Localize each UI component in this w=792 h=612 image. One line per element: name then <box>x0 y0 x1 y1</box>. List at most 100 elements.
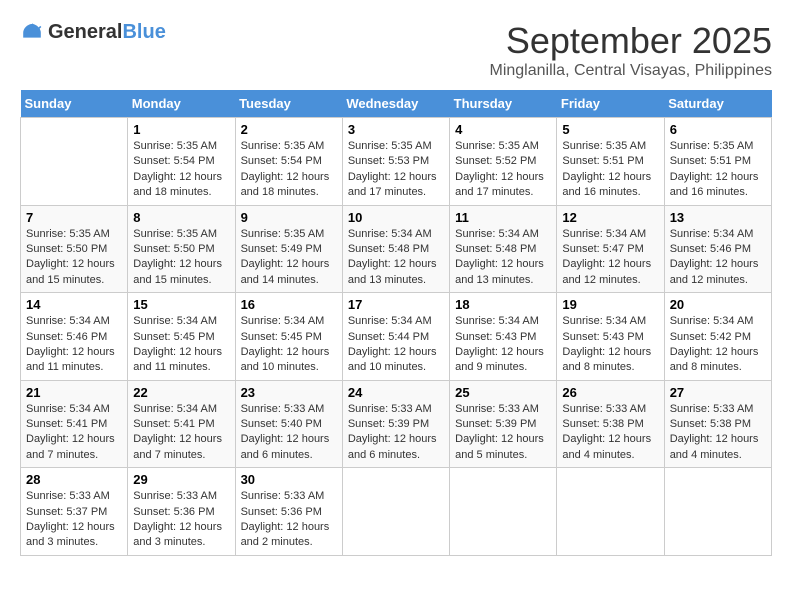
calendar-table: SundayMondayTuesdayWednesdayThursdayFrid… <box>20 90 772 556</box>
logo-icon <box>20 20 44 44</box>
calendar-cell: 19Sunrise: 5:34 AM Sunset: 5:43 PM Dayli… <box>557 293 664 381</box>
day-info: Sunrise: 5:34 AM Sunset: 5:48 PM Dayligh… <box>455 227 551 289</box>
day-number: 10 <box>348 210 444 225</box>
day-number: 9 <box>241 210 337 225</box>
day-info: Sunrise: 5:33 AM Sunset: 5:36 PM Dayligh… <box>241 489 337 551</box>
calendar-cell <box>342 468 449 556</box>
calendar-cell: 28 Sunrise: 5:33 AM Sunset: 5:37 PM Dayli… <box>21 468 128 556</box>
col-header-friday: Friday <box>557 90 664 118</box>
day-info: Sunrise: 5:33 AM Sunset: 5:37 PM Dayligh… <box>26 489 122 551</box>
day-info: Sunrise: 5:33 AM Sunset: 5:38 PM Dayligh… <box>562 402 658 464</box>
calendar-cell: 11 Sunrise: 5:34 AM Sunset: 5:48 PM Dayli… <box>450 205 557 293</box>
calendar-week-3: 14 Sunrise: 5:34 AM Sunset: 5:46 PM Dayli… <box>21 293 772 381</box>
day-number: 26 <box>562 385 658 400</box>
day-number: 22 <box>133 385 229 400</box>
calendar-cell: 17 Sunrise: 5:34 AM Sunset: 5:44 PM Dayli… <box>342 293 449 381</box>
calendar-week-1: 1 Sunrise: 5:35 AM Sunset: 5:54 PM Daylig… <box>21 118 772 206</box>
day-number: 13 <box>670 210 766 225</box>
calendar-cell: 2Sunrise: 5:35 AM Sunset: 5:54 PM Daylig… <box>235 118 342 206</box>
col-header-wednesday: Wednesday <box>342 90 449 118</box>
day-info: Sunrise: 5:35 AM Sunset: 5:54 PM Dayligh… <box>133 139 229 201</box>
day-info: Sunrise: 5:33 AM Sunset: 5:40 PM Dayligh… <box>241 402 337 464</box>
calendar-cell: 14 Sunrise: 5:34 AM Sunset: 5:46 PM Dayli… <box>21 293 128 381</box>
calendar-cell: 30 Sunrise: 5:33 AM Sunset: 5:36 PM Dayli… <box>235 468 342 556</box>
logo-text: GeneralBlue <box>48 21 166 44</box>
calendar-cell: 24Sunrise: 5:33 AM Sunset: 5:39 PM Dayli… <box>342 380 449 468</box>
day-info: Sunrise: 5:35 AM Sunset: 5:49 PM Dayligh… <box>241 227 337 289</box>
col-header-sunday: Sunday <box>21 90 128 118</box>
calendar-week-2: 7 Sunrise: 5:35 AM Sunset: 5:50 PM Daylig… <box>21 205 772 293</box>
calendar-cell: 8 Sunrise: 5:35 AM Sunset: 5:50 PM Daylig… <box>128 205 235 293</box>
title-block: September 2025 Minglanilla, Central Visa… <box>489 20 772 80</box>
calendar-cell: 29Sunrise: 5:33 AM Sunset: 5:36 PM Dayli… <box>128 468 235 556</box>
day-number: 8 <box>133 210 229 225</box>
day-info: Sunrise: 5:34 AM Sunset: 5:44 PM Dayligh… <box>348 314 444 376</box>
day-number: 25 <box>455 385 551 400</box>
calendar-cell: 6 Sunrise: 5:35 AM Sunset: 5:51 PM Daylig… <box>664 118 771 206</box>
day-info: Sunrise: 5:33 AM Sunset: 5:36 PM Dayligh… <box>133 489 229 551</box>
calendar-cell: 21 Sunrise: 5:34 AM Sunset: 5:41 PM Dayli… <box>21 380 128 468</box>
day-info: Sunrise: 5:35 AM Sunset: 5:52 PM Dayligh… <box>455 139 551 201</box>
day-info: Sunrise: 5:34 AM Sunset: 5:42 PM Dayligh… <box>670 314 766 376</box>
col-header-thursday: Thursday <box>450 90 557 118</box>
day-info: Sunrise: 5:35 AM Sunset: 5:53 PM Dayligh… <box>348 139 444 201</box>
calendar-cell: 1 Sunrise: 5:35 AM Sunset: 5:54 PM Daylig… <box>128 118 235 206</box>
day-info: Sunrise: 5:35 AM Sunset: 5:50 PM Dayligh… <box>26 227 122 289</box>
calendar-cell: 16 Sunrise: 5:34 AM Sunset: 5:45 PM Dayli… <box>235 293 342 381</box>
day-info: Sunrise: 5:34 AM Sunset: 5:43 PM Dayligh… <box>455 314 551 376</box>
day-info: Sunrise: 5:34 AM Sunset: 5:46 PM Dayligh… <box>26 314 122 376</box>
day-number: 18 <box>455 297 551 312</box>
calendar-cell: 4 Sunrise: 5:35 AM Sunset: 5:52 PM Daylig… <box>450 118 557 206</box>
day-number: 7 <box>26 210 122 225</box>
day-info: Sunrise: 5:34 AM Sunset: 5:45 PM Dayligh… <box>241 314 337 376</box>
calendar-cell: 26 Sunrise: 5:33 AM Sunset: 5:38 PM Dayli… <box>557 380 664 468</box>
day-info: Sunrise: 5:34 AM Sunset: 5:46 PM Dayligh… <box>670 227 766 289</box>
day-info: Sunrise: 5:34 AM Sunset: 5:47 PM Dayligh… <box>562 227 658 289</box>
day-number: 16 <box>241 297 337 312</box>
calendar-cell: 25 Sunrise: 5:33 AM Sunset: 5:39 PM Dayli… <box>450 380 557 468</box>
calendar-cell: 5Sunrise: 5:35 AM Sunset: 5:51 PM Daylig… <box>557 118 664 206</box>
calendar-cell: 18 Sunrise: 5:34 AM Sunset: 5:43 PM Dayli… <box>450 293 557 381</box>
calendar-cell: 23Sunrise: 5:33 AM Sunset: 5:40 PM Dayli… <box>235 380 342 468</box>
day-number: 30 <box>241 472 337 487</box>
day-number: 3 <box>348 122 444 137</box>
day-number: 21 <box>26 385 122 400</box>
calendar-week-4: 21 Sunrise: 5:34 AM Sunset: 5:41 PM Dayli… <box>21 380 772 468</box>
day-number: 19 <box>562 297 658 312</box>
calendar-cell <box>557 468 664 556</box>
day-number: 1 <box>133 122 229 137</box>
calendar-header-row: SundayMondayTuesdayWednesdayThursdayFrid… <box>21 90 772 118</box>
location-title: Minglanilla, Central Visayas, Philippine… <box>489 62 772 80</box>
day-info: Sunrise: 5:34 AM Sunset: 5:41 PM Dayligh… <box>133 402 229 464</box>
calendar-cell: 15Sunrise: 5:34 AM Sunset: 5:45 PM Dayli… <box>128 293 235 381</box>
day-number: 6 <box>670 122 766 137</box>
day-info: Sunrise: 5:35 AM Sunset: 5:50 PM Dayligh… <box>133 227 229 289</box>
calendar-cell: 9 Sunrise: 5:35 AM Sunset: 5:49 PM Daylig… <box>235 205 342 293</box>
calendar-cell: 27Sunrise: 5:33 AM Sunset: 5:38 PM Dayli… <box>664 380 771 468</box>
day-number: 2 <box>241 122 337 137</box>
day-number: 20 <box>670 297 766 312</box>
day-number: 17 <box>348 297 444 312</box>
day-info: Sunrise: 5:34 AM Sunset: 5:41 PM Dayligh… <box>26 402 122 464</box>
calendar-cell: 7 Sunrise: 5:35 AM Sunset: 5:50 PM Daylig… <box>21 205 128 293</box>
calendar-cell <box>21 118 128 206</box>
day-number: 11 <box>455 210 551 225</box>
calendar-cell: 13 Sunrise: 5:34 AM Sunset: 5:46 PM Dayli… <box>664 205 771 293</box>
day-number: 27 <box>670 385 766 400</box>
page-header: GeneralBlue September 2025 Minglanilla, … <box>20 20 772 80</box>
day-info: Sunrise: 5:33 AM Sunset: 5:39 PM Dayligh… <box>455 402 551 464</box>
day-number: 5 <box>562 122 658 137</box>
logo: GeneralBlue <box>20 20 166 44</box>
day-info: Sunrise: 5:33 AM Sunset: 5:39 PM Dayligh… <box>348 402 444 464</box>
calendar-cell: 12 Sunrise: 5:34 AM Sunset: 5:47 PM Dayli… <box>557 205 664 293</box>
day-info: Sunrise: 5:35 AM Sunset: 5:51 PM Dayligh… <box>670 139 766 201</box>
calendar-cell: 20 Sunrise: 5:34 AM Sunset: 5:42 PM Dayli… <box>664 293 771 381</box>
day-number: 28 <box>26 472 122 487</box>
calendar-cell: 22 Sunrise: 5:34 AM Sunset: 5:41 PM Dayli… <box>128 380 235 468</box>
day-number: 14 <box>26 297 122 312</box>
calendar-cell: 3 Sunrise: 5:35 AM Sunset: 5:53 PM Daylig… <box>342 118 449 206</box>
day-number: 4 <box>455 122 551 137</box>
month-title: September 2025 <box>489 20 772 62</box>
day-info: Sunrise: 5:34 AM Sunset: 5:48 PM Dayligh… <box>348 227 444 289</box>
day-number: 12 <box>562 210 658 225</box>
